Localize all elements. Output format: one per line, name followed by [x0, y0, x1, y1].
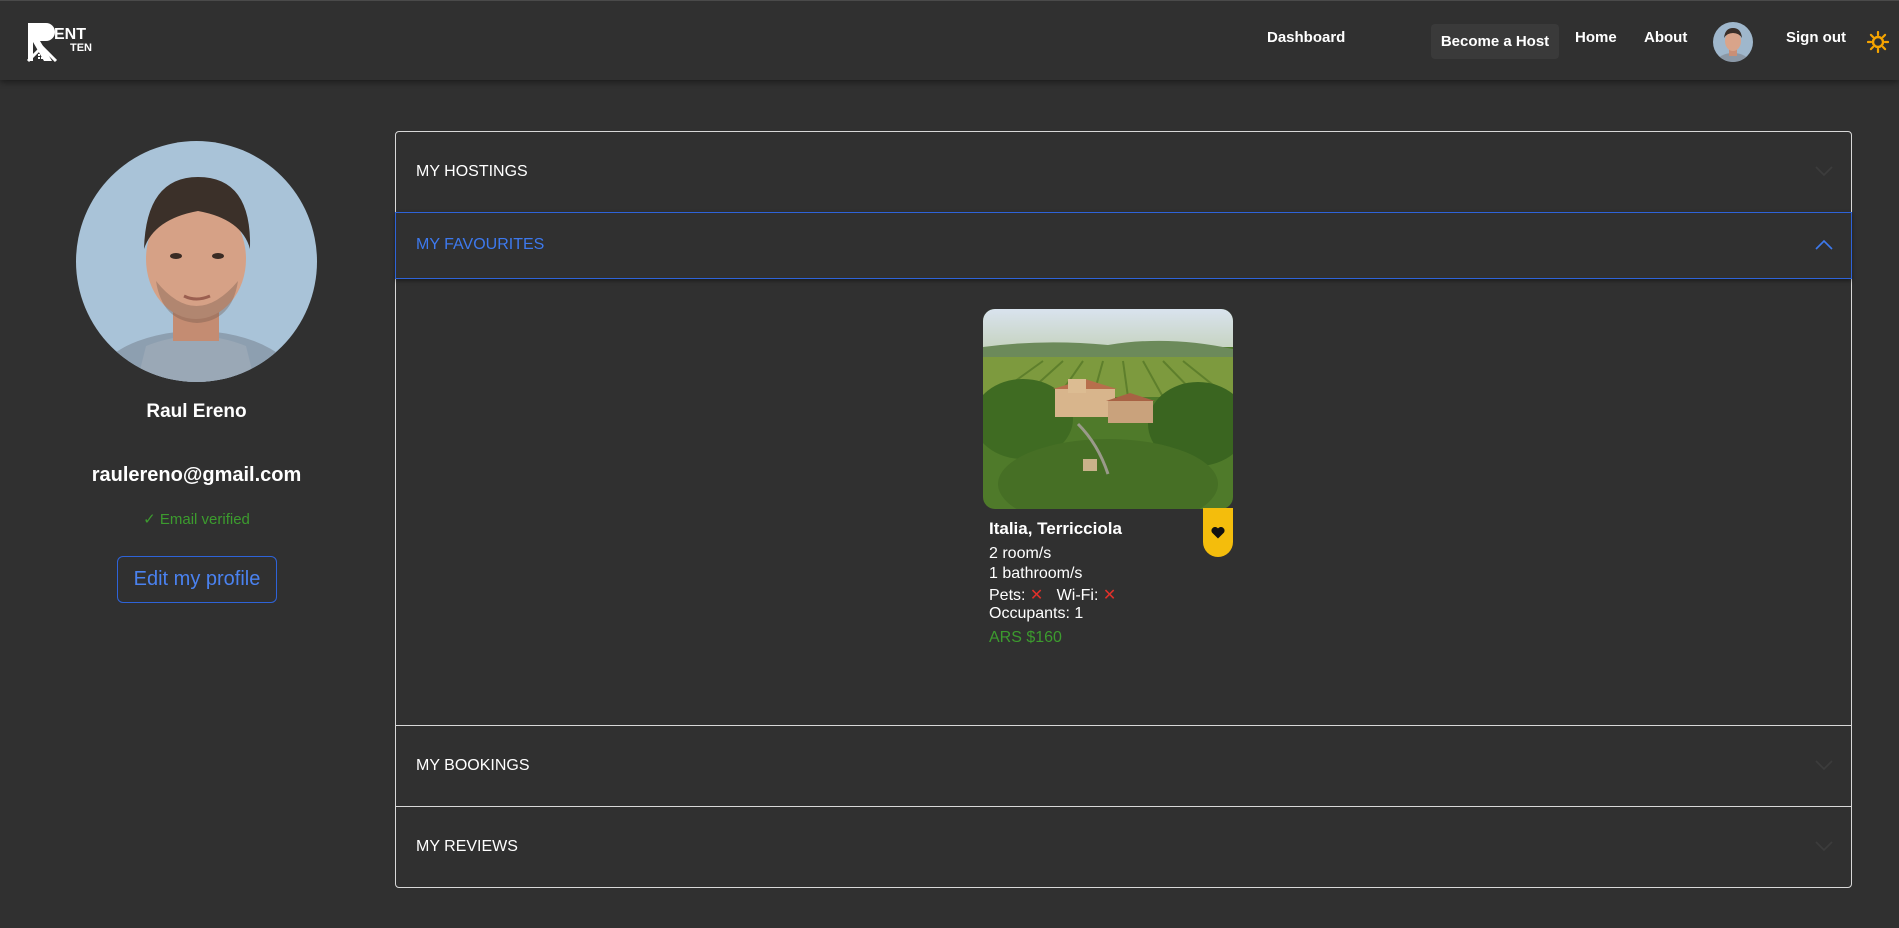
- property-title: Italia, Terricciola: [989, 519, 1122, 538]
- svg-text:TEN: TEN: [70, 42, 92, 54]
- profile-email: raulereno@gmail.com: [91, 464, 302, 486]
- nav-dashboard-link[interactable]: Dashboard: [1267, 29, 1345, 46]
- property-amenities: Pets: ✕ Wi-Fi: ✕: [989, 585, 1116, 605]
- accordion-title: MY HOSTINGS: [416, 163, 528, 180]
- accordion-my-reviews[interactable]: MY REVIEWS: [396, 806, 1851, 886]
- accordion-my-bookings[interactable]: MY BOOKINGS: [396, 725, 1851, 805]
- accordion-my-hostings[interactable]: MY HOSTINGS: [396, 132, 1851, 212]
- email-verified-status: ✓ Email verified: [143, 511, 250, 528]
- accordion-title: MY FAVOURITES: [416, 236, 545, 253]
- x-mark-icon: ✕: [1029, 587, 1044, 604]
- user-avatar[interactable]: [1713, 22, 1753, 62]
- accordion-title: MY BOOKINGS: [416, 757, 530, 774]
- svg-text:ENT: ENT: [54, 26, 86, 43]
- property-rooms: 2 room/s: [989, 545, 1052, 562]
- profile-name: Raul Ereno: [146, 401, 247, 422]
- wifi-label: Wi-Fi:: [1056, 587, 1099, 604]
- nav-home-link[interactable]: Home: [1575, 29, 1617, 46]
- sun-icon[interactable]: [1867, 31, 1889, 53]
- property-price: ARS $160: [989, 629, 1062, 646]
- profile-photo: [76, 141, 317, 382]
- accordion-title: MY REVIEWS: [416, 838, 518, 855]
- profile-accordion: MY HOSTINGS MY FAVOURITES MY BOOKINGS MY…: [395, 131, 1852, 888]
- nav-about-link[interactable]: About: [1644, 29, 1687, 46]
- sign-out-link[interactable]: Sign out: [1786, 29, 1846, 46]
- accordion-my-favourites[interactable]: MY FAVOURITES: [395, 212, 1852, 279]
- property-bathrooms: 1 bathroom/s: [989, 565, 1083, 582]
- pets-label: Pets:: [989, 587, 1026, 604]
- rent-ten-logo[interactable]: ENT TEN: [26, 21, 110, 63]
- favourite-toggle-button[interactable]: [1203, 508, 1233, 557]
- chevron-down-icon: [1815, 166, 1833, 177]
- chevron-down-icon: [1815, 760, 1833, 771]
- become-host-button[interactable]: Become a Host: [1431, 24, 1559, 59]
- chevron-up-icon: [1815, 239, 1833, 250]
- heart-icon: [1211, 526, 1225, 539]
- top-navbar: ENT TEN Dashboard Become a Host Home Abo…: [0, 0, 1899, 80]
- property-occupants: Occupants: 1: [989, 605, 1084, 622]
- property-image[interactable]: [983, 309, 1233, 509]
- edit-profile-button[interactable]: Edit my profile: [117, 556, 277, 603]
- chevron-down-icon: [1815, 841, 1833, 852]
- x-mark-icon: ✕: [1102, 587, 1117, 604]
